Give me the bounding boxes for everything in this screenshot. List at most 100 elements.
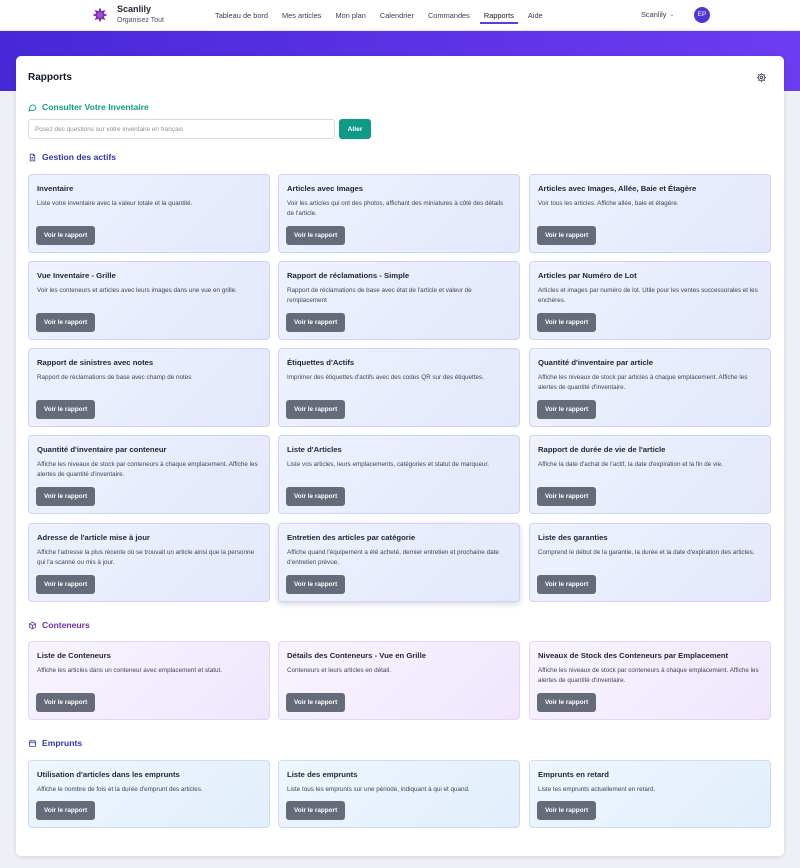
view-report-button[interactable]: Voir le rapport — [286, 575, 346, 594]
section-title: Gestion des actifs — [42, 152, 117, 162]
report-card-description: Liste tous les emprunts sur une période,… — [287, 786, 470, 793]
report-card-description: Voir les conteneurs et articles avec leu… — [37, 287, 237, 294]
view-report-button[interactable]: Voir le rapport — [36, 313, 96, 332]
report-card-title: Articles par Numéro de Lot — [538, 271, 637, 280]
view-report-button[interactable]: Voir le rapport — [286, 693, 346, 712]
reports-panel: Rapports Consulter Votre Inventaire Alle… — [16, 56, 784, 856]
report-card-title: Articles avec Images — [287, 184, 364, 193]
user-avatar[interactable]: EP — [694, 7, 710, 23]
inventory-query-title: Consulter Votre Inventaire — [42, 102, 149, 112]
report-card-description: Affiche les niveaux de stock par article… — [538, 374, 748, 392]
section-title: Conteneurs — [42, 620, 90, 630]
report-card-description: Affiche les niveaux de stock par contene… — [37, 461, 258, 479]
inventory-question-input[interactable] — [28, 119, 335, 139]
report-card-description: Voir les articles qui ont des photos, af… — [287, 200, 504, 218]
report-card-title: Liste des garanties — [538, 533, 608, 542]
report-card: Articles avec Images, Allée, Baie et Éta… — [529, 174, 771, 253]
report-card-description: Rapport de réclamations de base avec cha… — [37, 374, 192, 381]
report-card-description: Affiche la date d'achat de l'actif, la d… — [538, 461, 723, 468]
report-card: Utilisation d'articles dans les emprunts… — [28, 760, 270, 828]
report-card-description: Affiche l'adresse la plus récente où se … — [37, 549, 255, 567]
go-button[interactable]: Aller — [339, 119, 371, 139]
view-report-button[interactable]: Voir le rapport — [36, 226, 96, 245]
report-card-description: Articles et images par numéro de lot. Ut… — [538, 287, 758, 305]
nav-item-mon-plan[interactable]: Mon plan — [328, 0, 372, 31]
report-card-description: Comprend le début de la garantie, la dur… — [538, 549, 755, 556]
brand-tagline: Organisez Tout — [117, 17, 164, 24]
report-card-title: Quantité d'inventaire par conteneur — [37, 445, 167, 454]
nav-item-tableau-de-bord[interactable]: Tableau de bord — [208, 0, 275, 31]
report-card-title: Liste d'Articles — [287, 445, 342, 454]
view-report-button[interactable]: Voir le rapport — [537, 575, 597, 594]
report-card-description: Imprimer des étiquettes d'actifs avec de… — [287, 374, 484, 381]
nav-item-calendrier[interactable]: Calendrier — [373, 0, 421, 31]
report-card-description: Conteneurs et leurs articles en détail. — [287, 667, 391, 674]
report-card: Rapport de réclamations - Simple Rapport … — [278, 261, 520, 340]
section-heading-2: Emprunts — [28, 738, 82, 748]
view-report-button[interactable]: Voir le rapport — [36, 487, 96, 506]
brand-name[interactable]: Scanlily — [117, 4, 151, 14]
report-card-title: Étiquettes d'Actifs — [287, 358, 355, 367]
report-card: Liste de Conteneurs Affiche les articles … — [28, 641, 270, 720]
report-card: Entretien des articles par catégorie Affi… — [278, 523, 520, 602]
report-card: Quantité d'inventaire par article Affiche… — [529, 348, 771, 427]
view-report-button[interactable]: Voir le rapport — [537, 487, 597, 506]
report-card-title: Articles avec Images, Allée, Baie et Éta… — [538, 184, 697, 193]
report-card-description: Affiche les articles dans un conteneur a… — [37, 667, 223, 674]
report-card-title: Rapport de sinistres avec notes — [37, 358, 154, 367]
view-report-button[interactable]: Voir le rapport — [286, 313, 346, 332]
report-card-title: Utilisation d'articles dans les emprunts — [37, 770, 180, 779]
report-card-title: Liste des emprunts — [287, 770, 358, 779]
nav-item-mes-articles[interactable]: Mes articles — [275, 0, 328, 31]
chevron-down-icon: ⌄ — [669, 12, 675, 18]
report-card: Détails des Conteneurs - Vue en Grille Co… — [278, 641, 520, 720]
nav-item-rapports[interactable]: Rapports — [477, 0, 521, 31]
inventory-query-heading: Consulter Votre Inventaire — [28, 102, 149, 112]
view-report-button[interactable]: Voir le rapport — [537, 226, 597, 245]
view-report-button[interactable]: Voir le rapport — [36, 693, 96, 712]
view-report-button[interactable]: Voir le rapport — [537, 400, 597, 419]
view-report-button[interactable]: Voir le rapport — [286, 400, 346, 419]
report-card: Niveaux de Stock des Conteneurs par Empl… — [529, 641, 771, 720]
report-card-description: Liste votre inventaire avec la valeur to… — [37, 200, 193, 207]
view-report-button[interactable]: Voir le rapport — [36, 575, 96, 594]
view-report-button[interactable]: Voir le rapport — [36, 400, 96, 419]
report-card-title: Inventaire — [37, 184, 74, 193]
report-card-description: Affiche quand l'équipement a été acheté,… — [287, 549, 499, 567]
top-navigation-bar: Scanlily Organisez Tout Tableau de bord M… — [0, 0, 800, 31]
report-card: Adresse de l'article mise à jour Affiche … — [28, 523, 270, 602]
user-menu-label: Scanlily — [641, 10, 667, 19]
report-card-description: Liste vos articles, leurs emplacements, … — [287, 461, 489, 468]
nav-item-aide[interactable]: Aide — [521, 0, 550, 31]
section-heading-1: Conteneurs — [28, 620, 90, 630]
report-card-description: Liste les emprunts actuellement en retar… — [538, 786, 656, 793]
report-card: Vue Inventaire - Grille Voir les conteneu… — [28, 261, 270, 340]
user-menu-button[interactable]: Scanlily ⌄ — [641, 10, 675, 19]
report-card-title: Liste de Conteneurs — [37, 651, 111, 660]
page-title: Rapports — [28, 72, 72, 83]
report-card-description: Rapport de réclamations de base avec éta… — [287, 287, 472, 305]
view-report-button[interactable]: Voir le rapport — [286, 487, 346, 506]
view-report-button[interactable]: Voir le rapport — [537, 801, 597, 820]
gear-icon[interactable] — [756, 72, 767, 83]
report-card-title: Rapport de durée de vie de l'article — [538, 445, 666, 454]
view-report-button[interactable]: Voir le rapport — [537, 693, 597, 712]
report-card: Rapport de durée de vie de l'article Affi… — [529, 435, 771, 514]
view-report-button[interactable]: Voir le rapport — [36, 801, 96, 820]
report-card: Articles avec Images Voir les articles qu… — [278, 174, 520, 253]
view-report-button[interactable]: Voir le rapport — [286, 801, 346, 820]
scanlily-logo-icon[interactable] — [92, 7, 108, 23]
report-card-description: Voir tous les articles. Affiche allée, b… — [538, 200, 679, 207]
main-nav: Tableau de bord Mes articles Mon plan Calen… — [208, 0, 550, 31]
report-card: Liste des garanties Comprend le début de … — [529, 523, 771, 602]
report-card: Emprunts en retard Liste les emprunts act… — [529, 760, 771, 828]
report-card-title: Rapport de réclamations - Simple — [287, 271, 410, 280]
view-report-button[interactable]: Voir le rapport — [537, 313, 597, 332]
view-report-button[interactable]: Voir le rapport — [286, 226, 346, 245]
report-card: Inventaire Liste votre inventaire avec la… — [28, 174, 270, 253]
section-title: Emprunts — [42, 738, 83, 748]
nav-item-commandes[interactable]: Commandes — [421, 0, 477, 31]
report-card-title: Quantité d'inventaire par article — [538, 358, 654, 367]
report-card: Quantité d'inventaire par conteneur Affic… — [28, 435, 270, 514]
report-card-title: Niveaux de Stock des Conteneurs par Empl… — [538, 651, 729, 660]
